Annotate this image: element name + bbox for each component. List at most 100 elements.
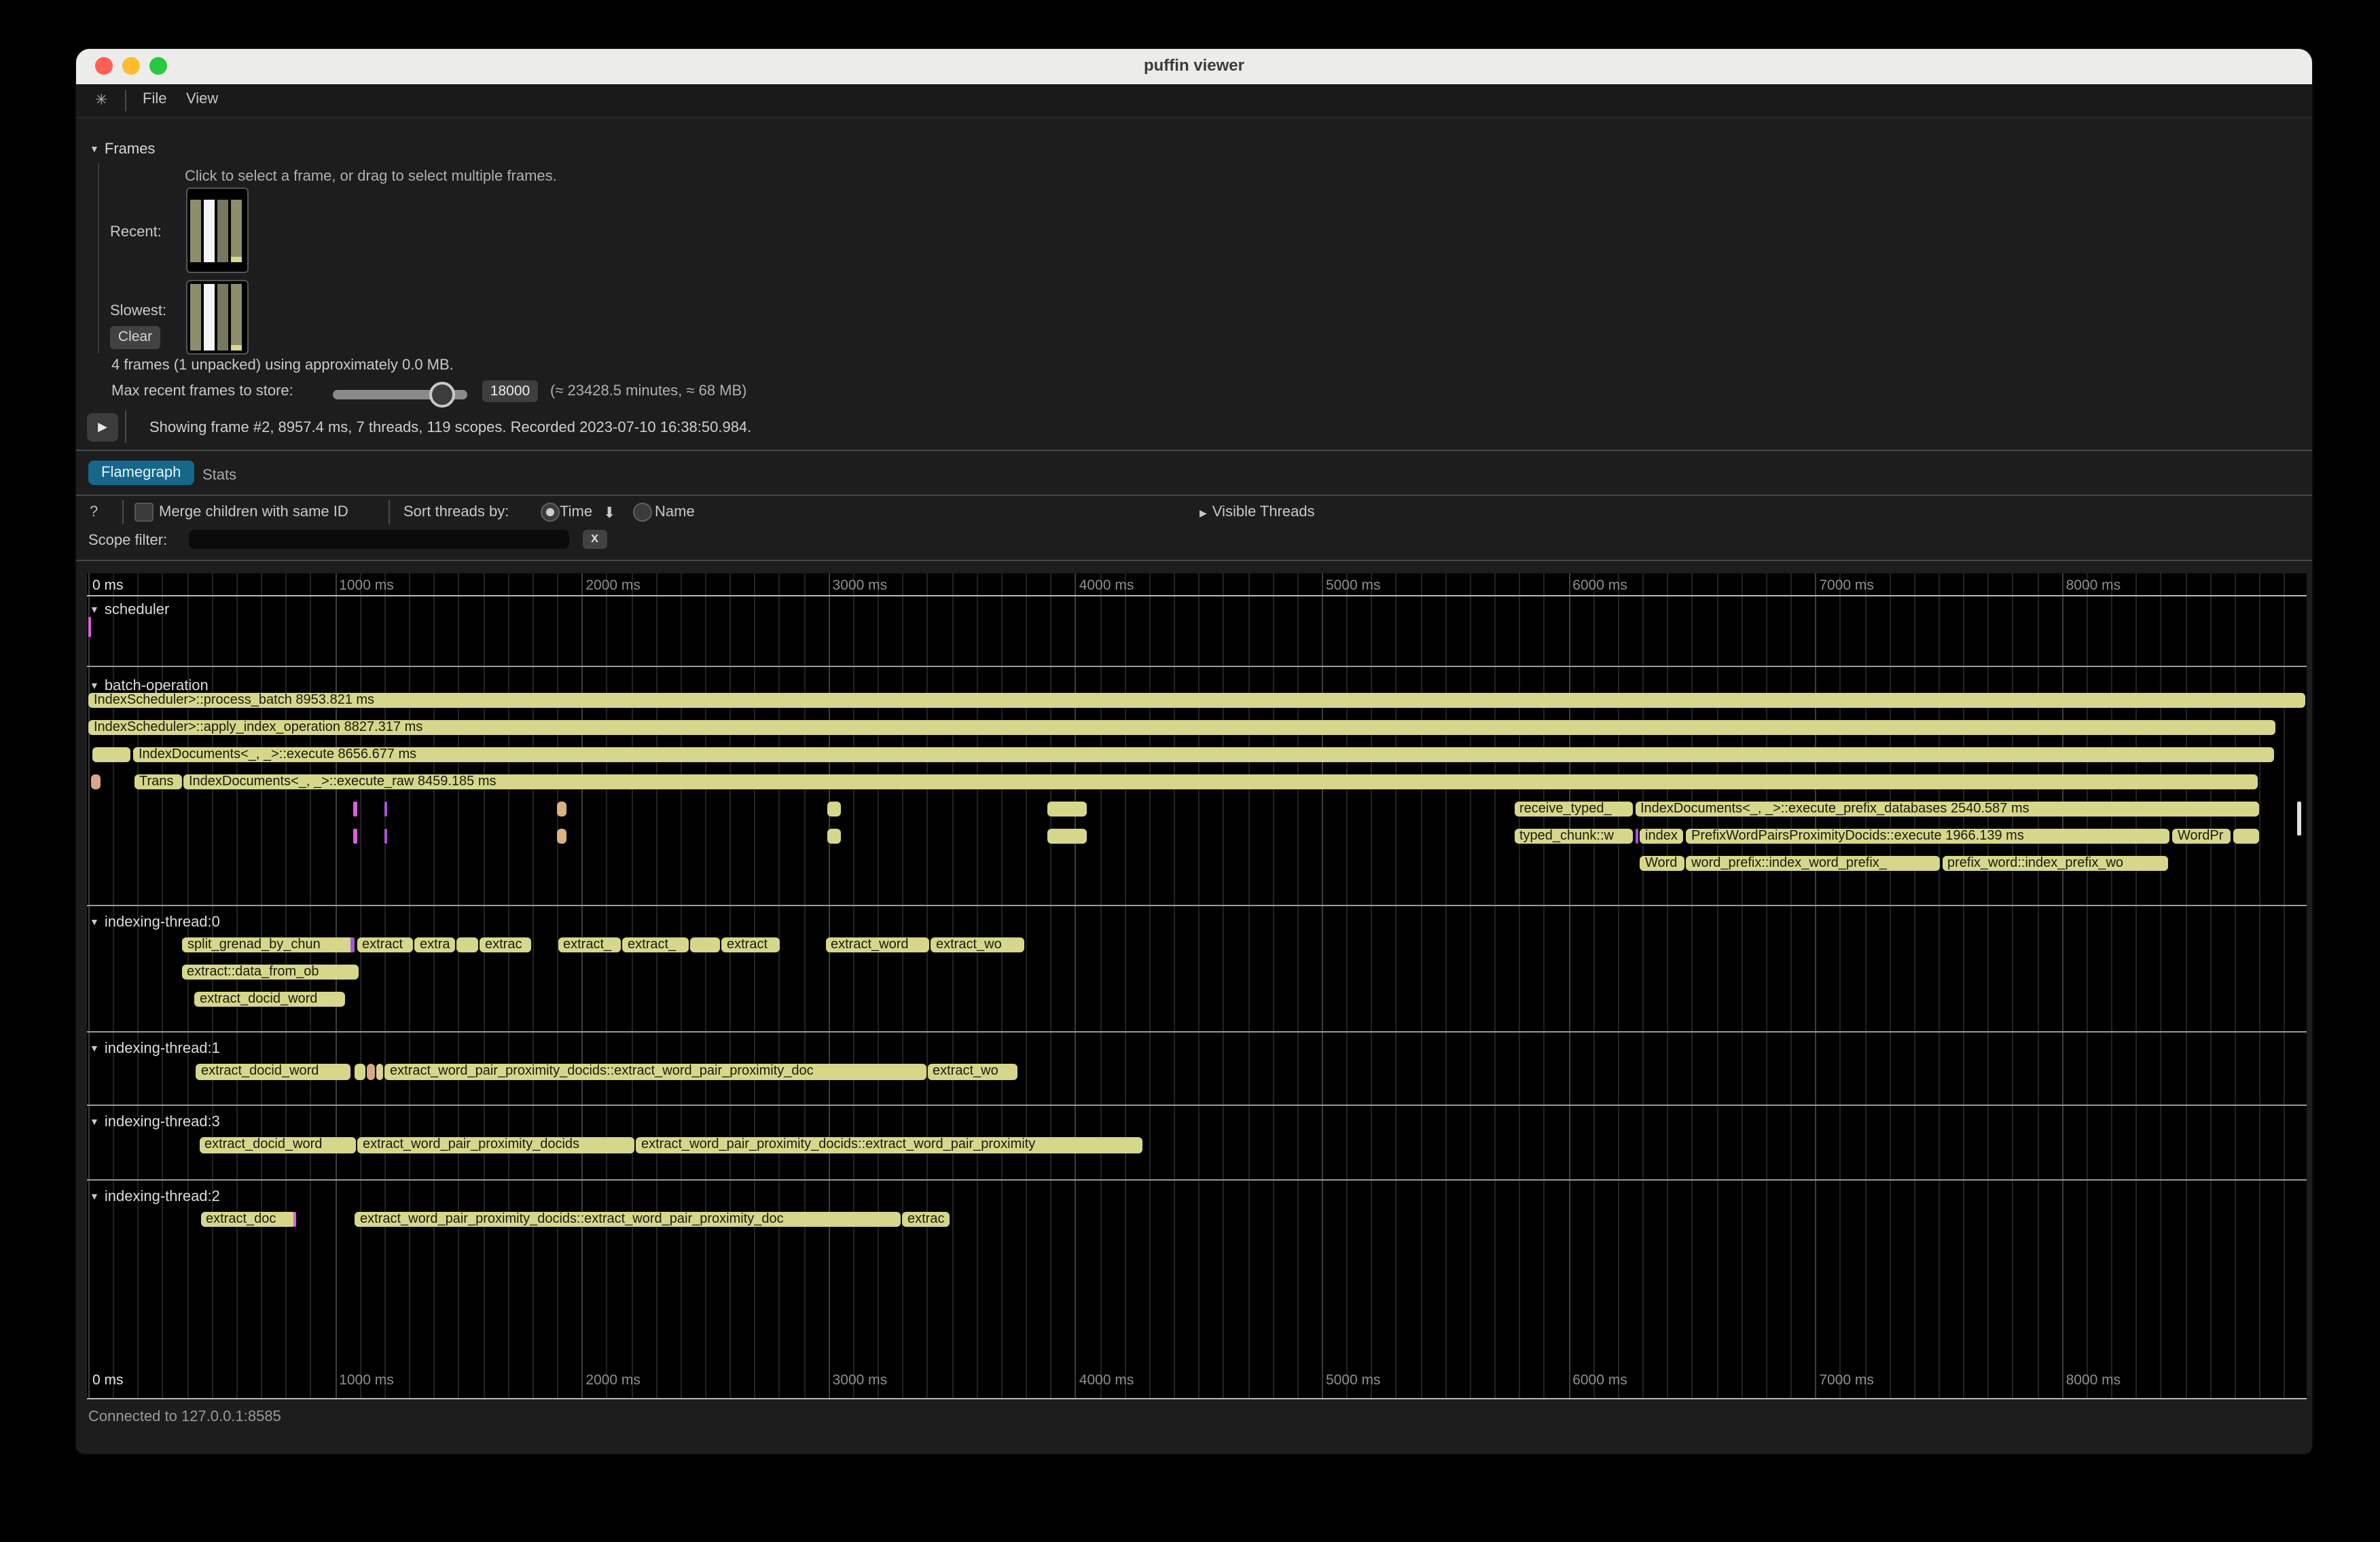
scope-bar[interactable]: PrefixWordPairsProximityDocids::execute … xyxy=(1686,828,2169,844)
scope-bar[interactable]: IndexDocuments<_, _>::execute_prefix_dat… xyxy=(1635,801,2259,817)
scope-bar[interactable]: index xyxy=(1640,828,1683,844)
scope-bar[interactable] xyxy=(556,801,566,817)
thread-section-label: indexing-thread:3 xyxy=(105,1114,220,1130)
scope-bar[interactable]: Word xyxy=(1640,855,1684,871)
scope-bar[interactable]: extract_wo xyxy=(931,937,1024,952)
menu-view[interactable]: View xyxy=(186,91,218,107)
bottom-ruler-label: 3000 ms xyxy=(833,1372,888,1388)
scope-bar[interactable] xyxy=(91,774,101,789)
scope-bar[interactable] xyxy=(384,801,386,817)
scope-bar[interactable]: extract_docid_word xyxy=(194,991,345,1007)
scope-bar[interactable]: extract_word_pair_proximity_docids xyxy=(357,1137,634,1153)
menu-file[interactable]: File xyxy=(143,91,166,107)
scope-bar[interactable]: extract xyxy=(721,937,780,952)
max-frames-value[interactable]: 18000 xyxy=(482,380,538,402)
thread-section-header-indexing-thread-2[interactable]: ▼indexing-thread:2 xyxy=(90,1189,220,1205)
clear-button[interactable]: Clear xyxy=(110,326,160,349)
scope-bar[interactable] xyxy=(827,801,840,817)
frame-bar-segment xyxy=(231,345,242,351)
scope-bar[interactable] xyxy=(827,828,840,844)
scope-bar[interactable] xyxy=(1047,801,1087,817)
scope-bar[interactable] xyxy=(1635,828,1638,844)
scope-bar[interactable] xyxy=(384,828,386,844)
scope-bar[interactable]: extract_docid_word xyxy=(199,1137,356,1153)
recent-frames-thumbnail[interactable] xyxy=(186,187,249,273)
merge-label[interactable]: Merge children with same ID xyxy=(159,504,348,520)
scope-bar[interactable] xyxy=(366,1064,375,1079)
scope-bar[interactable]: receive_typed_ xyxy=(1514,801,1632,817)
scope-bar[interactable] xyxy=(350,937,355,952)
scope-bar[interactable]: typed_chunk::w xyxy=(1514,828,1632,844)
merge-checkbox[interactable] xyxy=(134,503,154,522)
scope-bar[interactable]: word_prefix::index_word_prefix_ xyxy=(1686,855,1939,871)
scope-bar[interactable]: extract_wo xyxy=(927,1064,1017,1079)
visible-threads[interactable]: ▶Visible Threads xyxy=(1200,504,1315,520)
scope-bar[interactable] xyxy=(456,937,478,952)
scope-bar[interactable]: extract_ xyxy=(622,937,688,952)
scope-filter-input[interactable] xyxy=(189,529,569,549)
scope-bar[interactable] xyxy=(1047,828,1087,844)
top-ruler-label: 1000 ms xyxy=(339,577,394,593)
scope-bar[interactable] xyxy=(689,937,720,952)
scope-bar[interactable]: IndexScheduler>::process_batch 8953.821 … xyxy=(88,692,2305,708)
top-ruler-label: 5000 ms xyxy=(1326,577,1381,593)
thread-section-header-scheduler[interactable]: ▼scheduler xyxy=(90,602,169,618)
scope-bar[interactable]: extract_doc xyxy=(200,1211,296,1227)
scope-bar[interactable]: extract_ xyxy=(558,937,621,952)
thread-section-header-indexing-thread-1[interactable]: ▼indexing-thread:1 xyxy=(90,1041,220,1057)
canvas-bottom-divider xyxy=(86,1397,2307,1399)
scope-bar[interactable]: extract_word xyxy=(825,937,929,952)
titlebar[interactable]: puffin viewer xyxy=(76,49,2312,84)
scope-bar[interactable]: extract::data_from_ob xyxy=(181,964,358,980)
scope-bar[interactable]: extrac xyxy=(480,937,531,952)
thread-section-header-indexing-thread-3[interactable]: ▼ indexing-thread:3 xyxy=(90,1114,220,1130)
slider-knob[interactable] xyxy=(429,381,454,407)
scope-bar[interactable]: prefix_word::index_prefix_wo xyxy=(1942,855,2167,871)
radio-name[interactable] xyxy=(633,503,652,522)
scope-bar[interactable] xyxy=(2233,828,2259,844)
section-divider xyxy=(86,1031,2307,1033)
scope-bar[interactable]: WordPr xyxy=(2172,828,2231,844)
scope-bar[interactable]: extrac xyxy=(902,1211,949,1227)
top-ruler-label: 2000 ms xyxy=(585,577,641,593)
scope-bar[interactable] xyxy=(92,747,130,762)
sort-time-label[interactable]: Time xyxy=(560,504,592,520)
thread-section-header-batch-operation[interactable]: ▼batch-operation xyxy=(90,678,209,694)
scope-bar[interactable]: extract_word_pair_proximity_docids::extr… xyxy=(384,1064,926,1079)
scope-bar[interactable]: IndexDocuments<_, _>::execute_raw 8459.1… xyxy=(183,774,2258,789)
scope-bar[interactable] xyxy=(354,1064,365,1079)
scope-bar[interactable] xyxy=(353,828,357,844)
tab-flamegraph[interactable]: Flamegraph xyxy=(88,461,194,485)
scope-bar[interactable] xyxy=(2296,801,2301,835)
clear-filter-button[interactable]: x xyxy=(583,529,607,549)
scope-bar[interactable]: Trans xyxy=(134,774,181,789)
scope-bar[interactable] xyxy=(376,1064,383,1079)
radio-time[interactable] xyxy=(541,503,560,522)
collapse-triangle-icon: ▼ xyxy=(90,1118,99,1128)
play-button[interactable]: ▶ xyxy=(87,412,118,441)
help-button[interactable]: ? xyxy=(90,504,98,520)
thread-section-header-indexing-thread-0[interactable]: ▼indexing-thread:0 xyxy=(90,914,220,930)
scope-bar[interactable]: extract xyxy=(357,937,413,952)
scope-bar[interactable]: extract_word_pair_proximity_docids::extr… xyxy=(636,1137,1142,1153)
sort-name-label[interactable]: Name xyxy=(655,504,695,520)
scope-bar[interactable] xyxy=(88,617,91,637)
top-ruler-label: 4000 ms xyxy=(1079,577,1134,593)
scope-bar[interactable]: extra xyxy=(414,937,455,952)
scope-bar[interactable] xyxy=(556,828,566,844)
theme-sun-icon[interactable]: ✳ xyxy=(95,91,107,109)
frames-section-header[interactable]: ▼Frames xyxy=(90,141,155,158)
scope-bar[interactable] xyxy=(293,1211,296,1227)
flamegraph-canvas[interactable]: 0 ms1000 ms2000 ms3000 ms4000 ms5000 ms6… xyxy=(86,573,2307,1399)
scope-bar[interactable]: IndexDocuments<_, _>::execute 8656.677 m… xyxy=(133,747,2274,762)
scope-bar[interactable]: IndexScheduler>::apply_index_operation 8… xyxy=(88,719,2275,735)
scope-bar[interactable] xyxy=(353,801,357,817)
frame-bar xyxy=(231,200,242,262)
slowest-frames-thumbnail[interactable] xyxy=(186,280,249,355)
frame-bar xyxy=(217,284,228,351)
collapse-triangle-icon: ▼ xyxy=(90,1045,99,1054)
scope-bar[interactable]: extract_word_pair_proximity_docids::extr… xyxy=(355,1211,901,1227)
tab-stats[interactable]: Stats xyxy=(202,467,236,484)
scope-bar[interactable]: extract_docid_word xyxy=(196,1064,350,1079)
scope-bar[interactable]: split_grenad_by_chun xyxy=(182,937,355,952)
